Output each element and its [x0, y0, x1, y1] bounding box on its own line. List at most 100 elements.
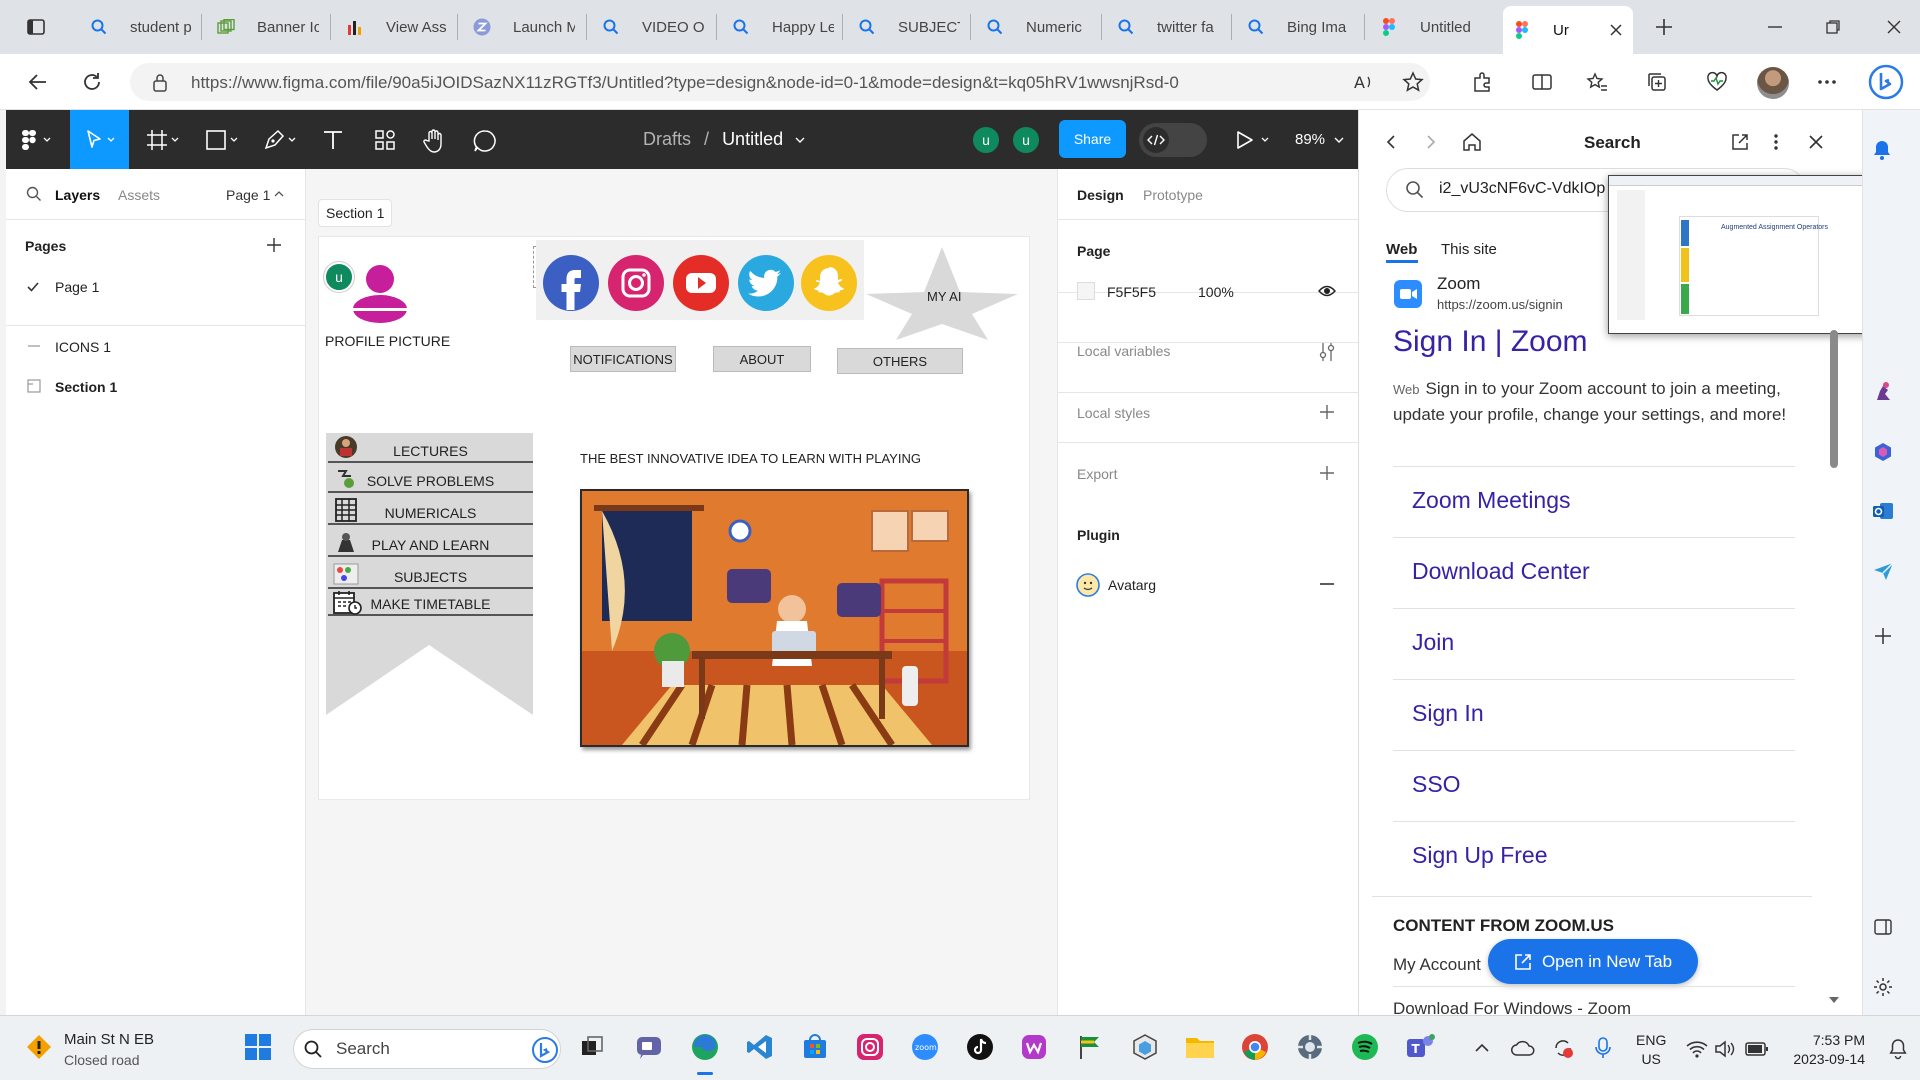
settings-app-icon[interactable]	[1293, 1030, 1327, 1064]
volume-icon[interactable]	[1714, 1040, 1736, 1058]
section-label-tag[interactable]: Section 1	[318, 199, 393, 227]
microphone-icon[interactable]	[1594, 1037, 1612, 1059]
read-aloud-icon[interactable]: A	[1353, 71, 1375, 93]
own-avatar[interactable]: u	[1011, 125, 1041, 155]
add-sidebar-app-icon[interactable]	[1874, 627, 1892, 645]
tab-actions-icon[interactable]	[26, 17, 46, 37]
sidebar-tab-site[interactable]: This site	[1441, 241, 1497, 258]
notifications-button[interactable]: NOTIFICATIONS	[570, 346, 676, 372]
others-button[interactable]: OTHERS	[837, 348, 963, 374]
screenshot-thumbnail[interactable]: Augmented Assignment Operators	[1608, 175, 1891, 334]
link-zoom-meetings[interactable]: Zoom Meetings	[1412, 487, 1571, 514]
youtube-icon[interactable]	[670, 252, 732, 314]
traffic-status[interactable]: Closed road	[64, 1052, 140, 1068]
sidebar-back-icon[interactable]	[1383, 134, 1399, 150]
menu-item-numericals[interactable]: NUMERICALS	[328, 495, 533, 525]
bing-copilot-icon[interactable]	[1868, 64, 1904, 100]
back-icon[interactable]	[26, 71, 48, 93]
link-sign-in[interactable]: Sign In	[1412, 700, 1484, 727]
classroom-illustration[interactable]	[580, 489, 969, 747]
profile-avatar[interactable]	[1757, 67, 1789, 99]
page-color-swatch[interactable]	[1077, 282, 1095, 300]
link-download-center[interactable]: Download Center	[1412, 558, 1590, 585]
sidebar-close-icon[interactable]	[1807, 133, 1825, 151]
browser-tab[interactable]: Launch M	[463, 9, 575, 45]
collaborator-avatar[interactable]: u	[971, 125, 1001, 155]
restore-icon[interactable]	[1824, 18, 1842, 36]
layer-item-icons-1[interactable]: ICONS 1	[55, 339, 111, 355]
result-site-name[interactable]: Zoom	[1437, 274, 1480, 294]
sidebar-scrollbar-thumb[interactable]	[1830, 330, 1838, 468]
send-icon[interactable]	[1872, 560, 1894, 582]
split-screen-icon[interactable]	[1531, 71, 1553, 93]
vscode-icon[interactable]	[743, 1030, 777, 1064]
outlook-icon[interactable]	[1872, 500, 1894, 522]
tab-prototype[interactable]: Prototype	[1143, 187, 1203, 203]
file-menu-chevron-icon[interactable]	[793, 133, 807, 147]
refresh-icon[interactable]	[81, 71, 103, 93]
menu-item-play-and-learn[interactable]: PLAY AND LEARN	[328, 527, 533, 557]
page-selector-chevron-icon[interactable]	[273, 188, 285, 200]
tab-design[interactable]: Design	[1077, 187, 1124, 203]
battery-icon[interactable]	[1745, 1041, 1769, 1057]
browser-tab[interactable]: VIDEO O	[592, 9, 704, 45]
browser-tab[interactable]: View Ass	[336, 9, 448, 45]
remove-plugin-icon[interactable]	[1319, 576, 1335, 592]
hand-tool-icon[interactable]	[422, 128, 448, 154]
file-name[interactable]: Untitled	[722, 129, 783, 149]
breadcrumb-drafts[interactable]: Drafts	[643, 129, 691, 149]
zoom-app-icon[interactable]: zoom	[908, 1030, 942, 1064]
text-tool-icon[interactable]	[321, 128, 345, 152]
security-app-icon[interactable]	[1128, 1030, 1162, 1064]
result-title[interactable]: Sign In | Zoom	[1393, 325, 1588, 359]
microsoft-365-icon[interactable]	[1872, 441, 1894, 463]
page-selector[interactable]: Page 1	[226, 187, 270, 203]
browser-essentials-icon[interactable]	[1706, 71, 1728, 93]
spotify-icon[interactable]	[1348, 1030, 1382, 1064]
figma-main-menu-icon[interactable]	[20, 128, 56, 152]
link-sso[interactable]: SSO	[1412, 771, 1461, 798]
comment-tool-icon[interactable]	[473, 129, 497, 153]
close-tab-icon[interactable]	[1609, 23, 1623, 37]
sidebar-home-icon[interactable]	[1462, 132, 1482, 152]
browser-tab[interactable]: Banner Ic	[207, 9, 319, 45]
clock[interactable]: 7:53 PM 2023-09-14	[1775, 1031, 1865, 1069]
hide-sidebar-icon[interactable]	[1873, 917, 1893, 937]
open-external-icon[interactable]	[1731, 133, 1749, 151]
browser-tab[interactable]: twitter fa	[1107, 9, 1219, 45]
tab-layers[interactable]: Layers	[55, 187, 100, 203]
present-play-icon[interactable]	[1235, 129, 1275, 151]
notification-center-icon[interactable]	[1888, 1038, 1908, 1060]
menu-item-solve-problems[interactable]: SOLVE PROBLEMS	[328, 463, 533, 493]
scroll-down-icon[interactable]	[1828, 995, 1840, 1005]
instagram-icon[interactable]	[605, 252, 667, 314]
url-text[interactable]: https://www.figma.com/file/90a5iJOIDSazN…	[191, 73, 1179, 93]
visibility-eye-icon[interactable]	[1318, 282, 1336, 300]
frame-tool-icon[interactable]	[146, 128, 182, 152]
add-style-icon[interactable]	[1319, 404, 1335, 420]
link-my-account[interactable]: My Account	[1393, 955, 1481, 975]
page-item-page-1[interactable]: Page 1	[55, 279, 99, 295]
task-view-icon[interactable]	[575, 1030, 609, 1064]
sync-status-icon[interactable]	[1552, 1037, 1574, 1059]
more-menu-icon[interactable]	[1816, 71, 1838, 93]
edge-browser-icon[interactable]	[688, 1030, 722, 1064]
link-join[interactable]: Join	[1412, 629, 1454, 656]
add-page-icon[interactable]	[266, 237, 282, 253]
chrome-icon[interactable]	[1238, 1030, 1272, 1064]
zoom-chevron-icon[interactable]	[1332, 133, 1346, 147]
result-site-url[interactable]: https://zoom.us/signin	[1437, 297, 1563, 312]
profile-person-icon[interactable]	[350, 264, 410, 324]
pen-tool-icon[interactable]	[263, 128, 299, 152]
sidebar-more-icon[interactable]	[1772, 133, 1780, 151]
notifications-bell-icon[interactable]	[1871, 139, 1893, 161]
lock-icon[interactable]	[151, 73, 169, 93]
browser-tab[interactable]: Numeric	[976, 9, 1088, 45]
extensions-icon[interactable]	[1471, 71, 1493, 93]
share-button[interactable]: Share	[1059, 120, 1126, 158]
about-button[interactable]: ABOUT	[713, 346, 811, 372]
page-color-value[interactable]: F5F5F5	[1107, 284, 1156, 300]
browser-tab[interactable]: student p	[80, 9, 192, 45]
tiktok-icon[interactable]	[963, 1030, 997, 1064]
facebook-icon[interactable]	[540, 252, 602, 314]
